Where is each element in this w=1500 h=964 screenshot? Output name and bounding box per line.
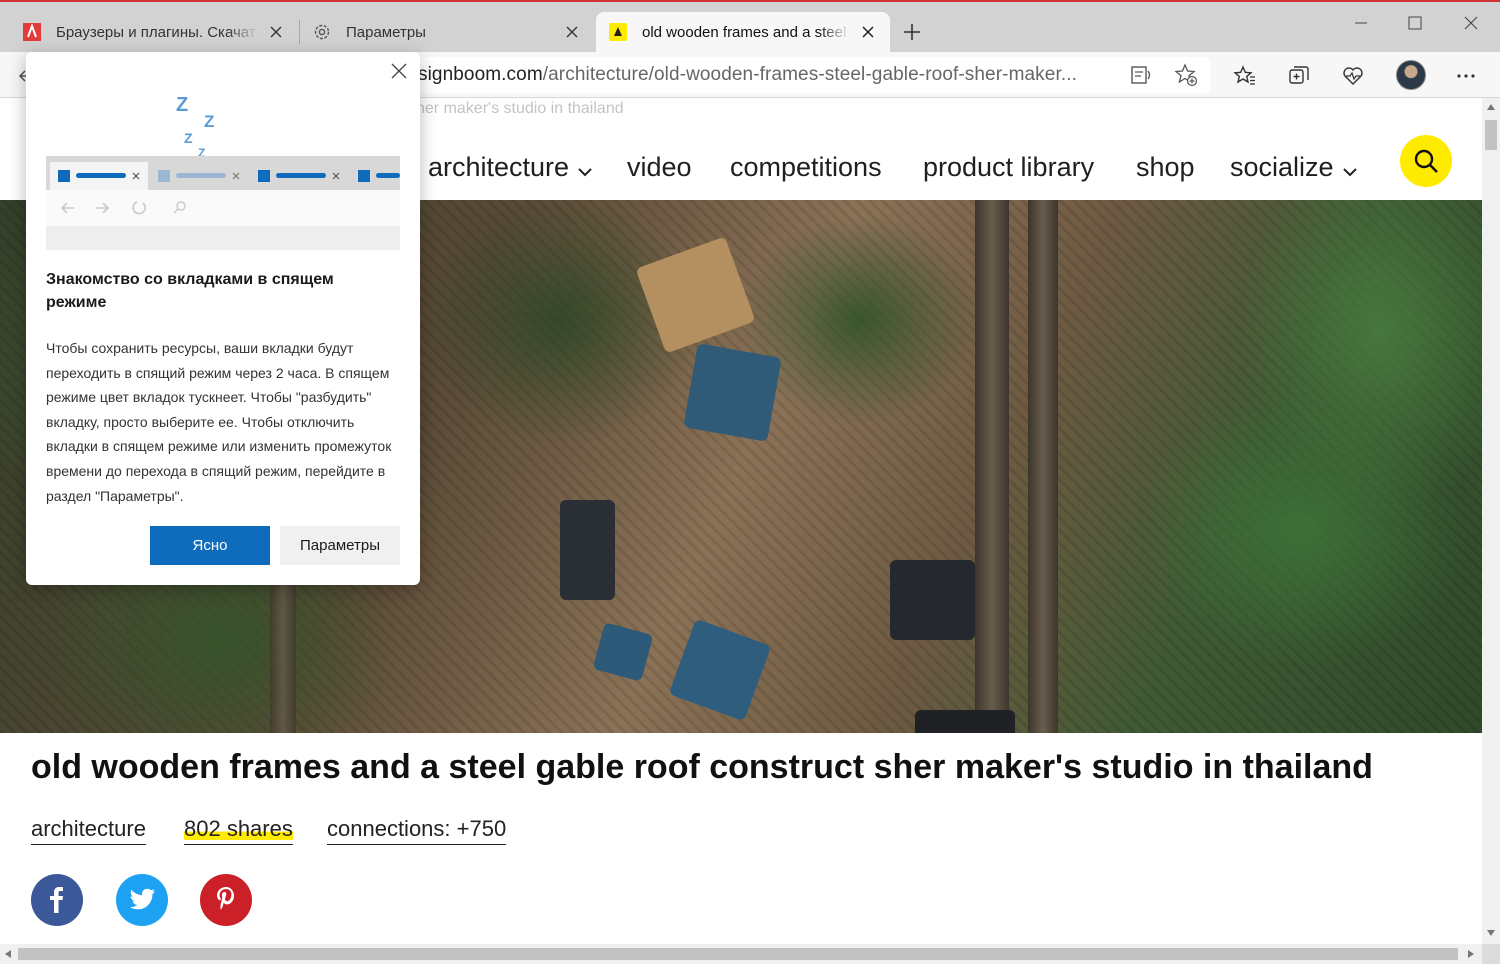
- wooden-beam: [975, 200, 1009, 733]
- scroll-left-icon: [5, 950, 11, 958]
- tab-settings[interactable]: Параметры: [300, 12, 594, 52]
- popup-close-button[interactable]: [388, 60, 410, 82]
- title-bar: Браузеры и плагины. Скачать бесплатно Па…: [0, 0, 1500, 52]
- tabs-strip-illustration: [46, 156, 400, 250]
- tab-title: Браузеры и плагины. Скачать бесплатно: [56, 23, 258, 41]
- sleep-z-small: Z: [184, 130, 193, 146]
- collections-icon: [1289, 66, 1309, 84]
- close-icon: [391, 63, 407, 79]
- url-domain: signboom.com: [418, 64, 543, 85]
- twitter-icon: [129, 888, 155, 910]
- address-bar[interactable]: signboom.com/architecture/old-wooden-fra…: [300, 57, 1210, 93]
- close-tab-icon[interactable]: [266, 22, 286, 42]
- wooden-beam: [1028, 200, 1058, 733]
- tan-chair: [635, 236, 756, 354]
- favorites-star-icon: [1233, 65, 1255, 85]
- facebook-icon: [50, 887, 63, 913]
- read-aloud-icon[interactable]: [1130, 63, 1154, 87]
- shares-link[interactable]: 802 shares: [184, 816, 293, 845]
- close-icon: [1464, 16, 1478, 30]
- plus-icon: [904, 24, 920, 40]
- maximize-button[interactable]: [1392, 8, 1438, 38]
- nav-label: shop: [1136, 152, 1195, 182]
- close-tab-icon[interactable]: [562, 22, 582, 42]
- close-tab-icon[interactable]: [858, 22, 878, 42]
- breadcrumb: her maker's studio in thailand: [416, 100, 624, 117]
- sleeping-tabs-illustration: Z Z Z Z: [46, 92, 400, 250]
- url-path: /architecture/old-wooden-frames-steel-ga…: [542, 64, 1077, 85]
- nav-shop[interactable]: shop: [1136, 152, 1195, 183]
- gear-icon: [312, 22, 332, 42]
- horizontal-scrollbar[interactable]: [0, 944, 1482, 964]
- site-search-button[interactable]: [1400, 135, 1452, 187]
- settings-more-button[interactable]: [1454, 64, 1478, 88]
- favorites-button[interactable]: [1233, 64, 1257, 88]
- black-chair: [890, 560, 975, 640]
- dark-table: [560, 500, 615, 600]
- sleep-z-large: Z: [176, 94, 189, 116]
- heart-pulse-icon: [1343, 67, 1363, 85]
- nav-label: socialize: [1230, 152, 1334, 182]
- popup-body-text: Чтобы сохранить ресурсы, ваши вкладки бу…: [46, 340, 392, 504]
- site-favicon-icon: [22, 22, 42, 42]
- nav-label: architecture: [428, 152, 570, 182]
- nav-architecture[interactable]: architecture: [428, 152, 593, 183]
- black-chair: [915, 710, 1015, 733]
- nav-label: competitions: [730, 152, 882, 182]
- got-it-button[interactable]: Ясно: [150, 526, 270, 565]
- profile-avatar[interactable]: [1396, 60, 1426, 90]
- minimize-icon: [1355, 22, 1367, 24]
- tab-title: old wooden frames and a steel gable roof: [642, 23, 850, 41]
- new-tab-button[interactable]: [898, 18, 926, 46]
- horizontal-scroll-thumb[interactable]: [18, 948, 1458, 960]
- nav-video[interactable]: video: [627, 152, 692, 183]
- article-title: old wooden frames and a steel gable roof…: [31, 748, 1373, 786]
- scrollbar-corner: [1482, 944, 1500, 964]
- blue-chair: [683, 343, 782, 442]
- tab-browsers[interactable]: Браузеры и плагины. Скачать бесплатно: [10, 12, 298, 52]
- close-window-button[interactable]: [1448, 8, 1494, 38]
- tab-active-article[interactable]: old wooden frames and a steel gable roof: [596, 12, 890, 52]
- add-favorite-icon[interactable]: [1174, 63, 1198, 87]
- vertical-scrollbar[interactable]: [1482, 98, 1500, 944]
- chevron-down-icon: [578, 167, 592, 176]
- settings-button[interactable]: Параметры: [280, 526, 400, 565]
- url-text[interactable]: signboom.com/architecture/old-wooden-fra…: [418, 64, 1077, 86]
- nav-label: video: [627, 152, 692, 182]
- facebook-share-button[interactable]: [31, 874, 83, 926]
- scroll-up-icon: [1487, 104, 1495, 110]
- more-dots-icon: [1457, 74, 1475, 78]
- search-icon: [1414, 149, 1438, 173]
- vertical-scroll-thumb[interactable]: [1485, 120, 1497, 150]
- pinterest-icon: [217, 887, 234, 910]
- blue-stool: [592, 622, 654, 682]
- category-link[interactable]: architecture: [31, 816, 146, 845]
- collections-button[interactable]: [1287, 64, 1311, 88]
- scroll-right-icon: [1468, 950, 1474, 958]
- sleep-z-medium: Z: [204, 112, 215, 131]
- window-accent-line: [0, 0, 1500, 2]
- tab-title: Параметры: [346, 23, 426, 41]
- pinterest-share-button[interactable]: [200, 874, 252, 926]
- chevron-down-icon: [1342, 167, 1357, 176]
- blue-chair: [668, 618, 772, 722]
- twitter-share-button[interactable]: [116, 874, 168, 926]
- connections-link[interactable]: connections: +750: [327, 816, 507, 845]
- nav-socialize[interactable]: socialize: [1230, 152, 1358, 183]
- sleeping-tabs-popup: Z Z Z Z Знакомство со вкладками в спящем…: [26, 52, 420, 585]
- scroll-down-icon: [1487, 930, 1495, 936]
- popup-heading: Знакомство со вкладками в спящем режиме: [46, 271, 334, 311]
- nav-product-library[interactable]: product library: [923, 152, 1094, 183]
- nav-competitions[interactable]: competitions: [730, 152, 882, 183]
- designboom-favicon-icon: [608, 22, 628, 42]
- minimize-button[interactable]: [1338, 8, 1384, 38]
- browser-essentials-button[interactable]: [1341, 64, 1365, 88]
- nav-label: product library: [923, 152, 1095, 182]
- maximize-icon: [1408, 16, 1422, 30]
